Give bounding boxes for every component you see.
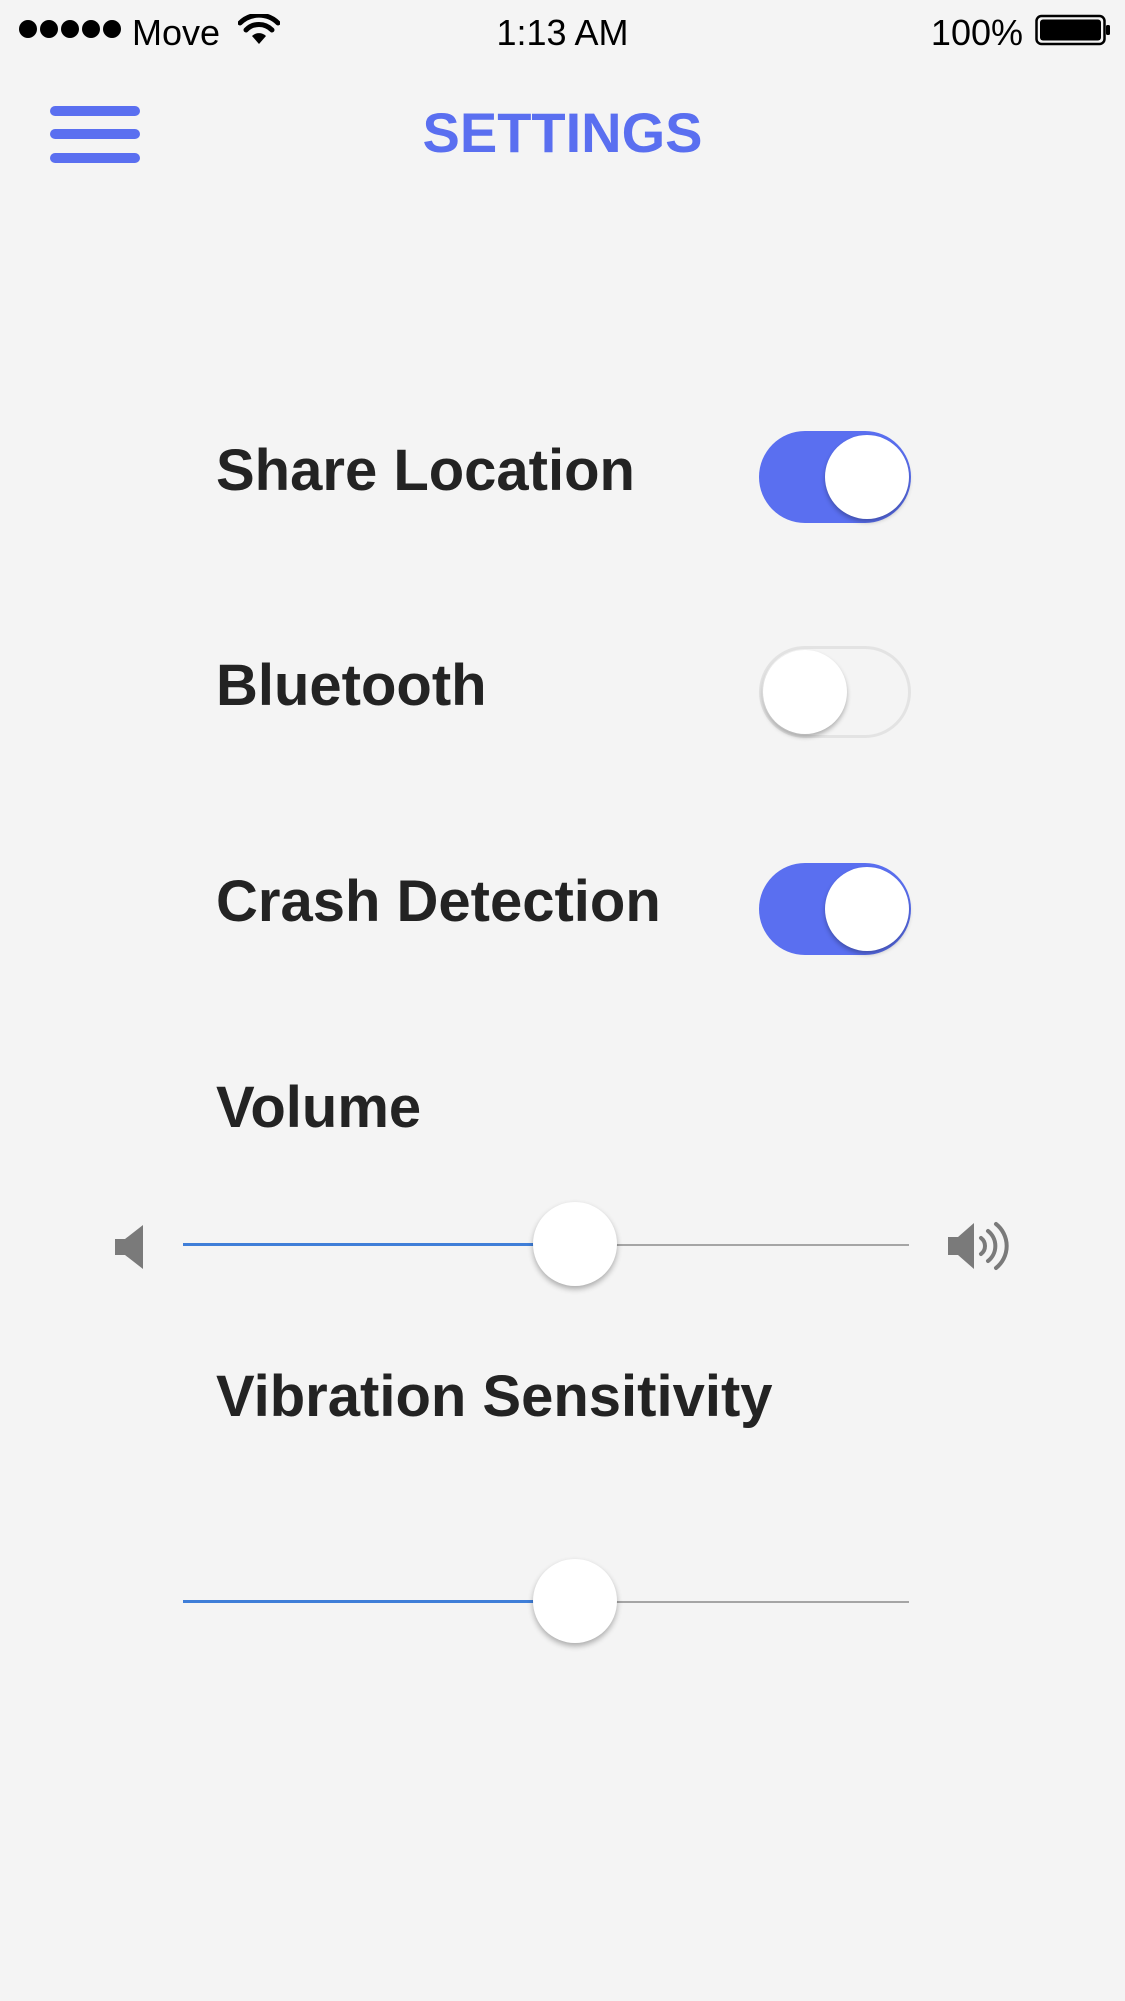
slider-thumb[interactable] (533, 1202, 617, 1286)
volume-slider[interactable] (183, 1200, 909, 1290)
share-location-toggle[interactable] (759, 431, 911, 523)
slider-fill (183, 1243, 575, 1246)
vibration-sensitivity-label: Vibration Sensitivity (216, 1364, 773, 1429)
bluetooth-toggle[interactable] (759, 646, 911, 738)
slider-thumb[interactable] (533, 1559, 617, 1643)
bluetooth-label: Bluetooth (216, 653, 487, 718)
volume-low-icon (115, 1225, 143, 1269)
status-bar: Move 1:13 AM 100% (0, 0, 1125, 64)
crash-detection-label: Crash Detection (216, 869, 661, 934)
vibration-sensitivity-slider[interactable] (183, 1557, 909, 1647)
share-location-label: Share Location (216, 438, 635, 503)
battery-percentage: 100% (930, 12, 1023, 53)
toggle-knob (763, 650, 847, 734)
toggle-knob (825, 435, 909, 519)
crash-detection-toggle[interactable] (759, 863, 911, 955)
volume-high-icon (948, 1222, 1009, 1270)
volume-label: Volume (216, 1075, 422, 1140)
page-title: SETTINGS (422, 101, 703, 164)
battery-icon (1035, 14, 1110, 46)
toggle-knob (825, 867, 909, 951)
slider-fill (183, 1600, 575, 1603)
